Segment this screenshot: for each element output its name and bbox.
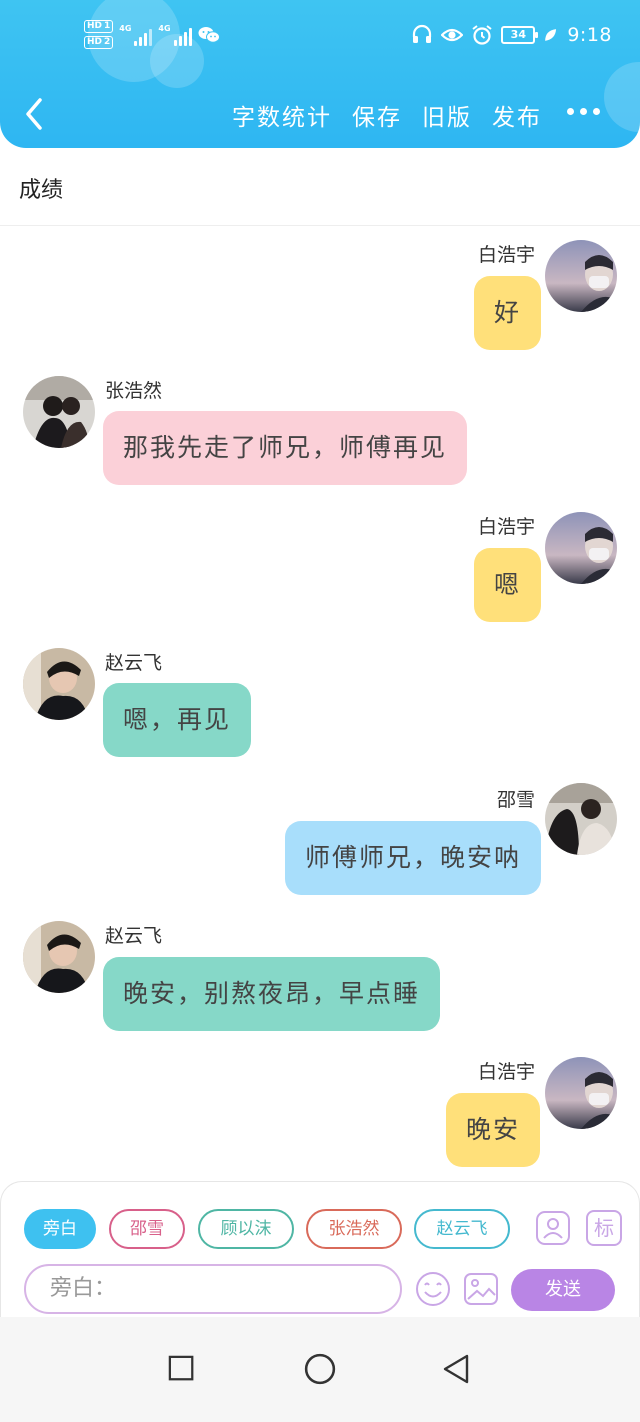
sender-name: 白浩宇 bbox=[477, 1061, 535, 1083]
nav-row: 字数统计 保存 旧版 发布 bbox=[0, 88, 640, 140]
sender-name: 张浩然 bbox=[105, 380, 163, 402]
alarm-icon bbox=[472, 25, 492, 45]
status-bar: HD 1 HD 2 4G 4G 34 9:18 bbox=[0, 0, 640, 80]
message-bubble[interactable]: 师傅师兄，晚安呐 bbox=[285, 821, 542, 895]
message-bubble[interactable]: 嗯，再见 bbox=[103, 683, 252, 757]
title-row: 成绩 bbox=[0, 148, 640, 226]
publish-button[interactable]: 发布 bbox=[492, 98, 542, 132]
leaf-icon bbox=[545, 29, 557, 41]
message-bubble[interactable]: 那我先走了师兄，师傅再见 bbox=[103, 411, 468, 485]
headset-icon bbox=[413, 24, 432, 43]
signal-2-icon: 4G bbox=[158, 24, 192, 46]
role-chip-zhaoyunfei[interactable]: 赵云飞 bbox=[414, 1209, 510, 1249]
recent-apps-icon[interactable] bbox=[168, 1355, 196, 1383]
avatar-zhanghaoran[interactable] bbox=[23, 376, 95, 448]
sim1-badge: HD 1 bbox=[84, 20, 114, 33]
top-header: HD 1 HD 2 4G 4G 34 9:18 字数统计 保存 旧版 发布 bbox=[0, 0, 640, 148]
sender-name: 赵云飞 bbox=[105, 925, 163, 947]
sim-badges: HD 1 HD 2 bbox=[84, 20, 114, 49]
system-nav-bar bbox=[0, 1317, 640, 1422]
back-triangle-icon[interactable] bbox=[441, 1354, 471, 1384]
avatar-baihaoyu[interactable] bbox=[545, 1057, 617, 1129]
sender-name: 邵雪 bbox=[496, 789, 535, 811]
composer-panel: 旁白 邵雪 顾以沫 张浩然 赵云飞 标 旁白： 发送 bbox=[0, 1181, 640, 1317]
sender-name: 白浩宇 bbox=[477, 516, 535, 538]
more-options-icon[interactable] bbox=[567, 102, 600, 121]
avatar-zhaoyunfei[interactable] bbox=[23, 648, 95, 720]
save-button[interactable]: 保存 bbox=[352, 98, 402, 132]
page-title[interactable]: 成绩 bbox=[19, 172, 63, 204]
message-input[interactable]: 旁白： bbox=[24, 1264, 402, 1314]
role-chip-narrator[interactable]: 旁白 bbox=[24, 1209, 96, 1249]
sender-name: 白浩宇 bbox=[477, 244, 535, 266]
clock: 9:18 bbox=[567, 24, 612, 46]
avatar-baihaoyu[interactable] bbox=[545, 240, 617, 312]
avatar-zhaoyunfei[interactable] bbox=[23, 921, 95, 993]
eye-icon bbox=[441, 28, 464, 42]
send-button[interactable]: 发送 bbox=[511, 1269, 615, 1311]
role-chip-shaoxue[interactable]: 邵雪 bbox=[109, 1209, 185, 1249]
status-left: HD 1 HD 2 4G 4G bbox=[84, 20, 220, 49]
battery-icon: 34 bbox=[501, 26, 539, 44]
status-right: 34 9:18 bbox=[411, 24, 612, 46]
message-bubble[interactable]: 好 bbox=[474, 276, 542, 350]
word-count-button[interactable]: 字数统计 bbox=[232, 98, 332, 132]
avatar-shaoxue[interactable] bbox=[545, 783, 617, 855]
mark-tool-icon[interactable]: 标 bbox=[586, 1210, 622, 1246]
emoji-icon[interactable] bbox=[415, 1271, 451, 1307]
home-icon[interactable] bbox=[304, 1353, 336, 1385]
avatar-baihaoyu[interactable] bbox=[545, 512, 617, 584]
message-bubble[interactable]: 晚安，别熬夜昂，早点睡 bbox=[103, 957, 441, 1031]
role-chip-zhanghaoran[interactable]: 张浩然 bbox=[306, 1209, 402, 1249]
image-icon[interactable] bbox=[463, 1271, 499, 1307]
wechat-icon bbox=[198, 26, 220, 43]
message-bubble[interactable]: 晚安 bbox=[446, 1093, 541, 1167]
role-chip-guyimo[interactable]: 顾以沫 bbox=[198, 1209, 294, 1249]
message-bubble[interactable]: 嗯 bbox=[474, 548, 542, 622]
character-manage-icon[interactable] bbox=[535, 1210, 571, 1246]
back-arrow-icon[interactable] bbox=[20, 94, 54, 134]
old-version-button[interactable]: 旧版 bbox=[422, 98, 472, 132]
sender-name: 赵云飞 bbox=[105, 652, 163, 674]
signal-1-icon: 4G bbox=[119, 24, 153, 46]
sim2-badge: HD 2 bbox=[84, 36, 114, 49]
nav-actions: 字数统计 保存 旧版 发布 bbox=[232, 98, 542, 132]
